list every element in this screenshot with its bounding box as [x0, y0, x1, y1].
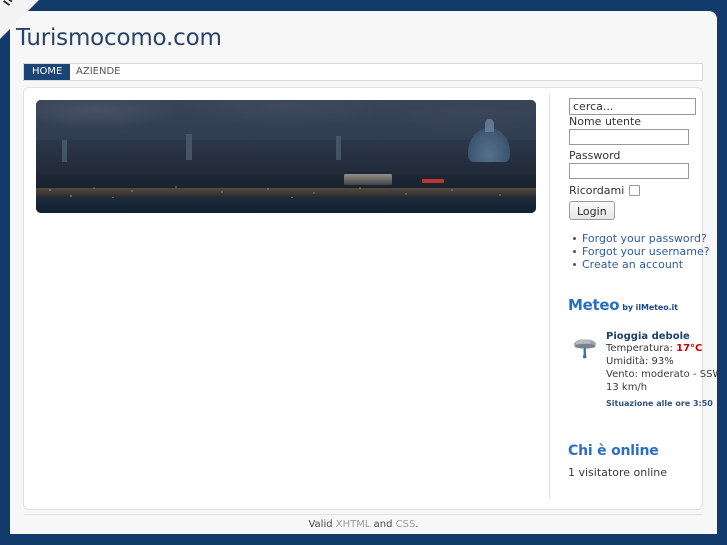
menu-item-home[interactable]: HOME [24, 64, 71, 80]
account-links-list: Forgot your password? Forgot your userna… [569, 232, 717, 271]
temperature-value: 17°C [676, 343, 703, 354]
weather-card: Pioggia debole Temperatura: 17°C Umidità… [568, 331, 717, 408]
column-divider [549, 94, 550, 499]
corner-ribbon[interactable]: INF [0, 0, 42, 42]
site-body: Turismocomo.com HOME AZIENDE cerca... No… [10, 11, 717, 534]
footer-css-link[interactable]: CSS [396, 519, 416, 530]
login-button[interactable]: Login [569, 201, 615, 220]
who-is-online-heading: Chi è online [568, 443, 659, 459]
footer-valid-text: Valid [308, 519, 333, 530]
menu-item-aziende[interactable]: AZIENDE [68, 64, 128, 80]
weather-humidity-line: Umidità: 93% [606, 356, 674, 367]
banner-image [36, 100, 536, 213]
link-forgot-password[interactable]: Forgot your password? [573, 232, 717, 245]
banner-photo-como-skyline [36, 100, 536, 213]
who-is-online-count: 1 visitatore online [568, 466, 668, 479]
password-input[interactable] [569, 163, 689, 179]
meteo-module-header: Meteo by ilMeteo.it [568, 296, 703, 314]
weather-wind-speed-line: 13 km/h [606, 382, 648, 393]
weather-condition: Pioggia debole [606, 331, 690, 342]
sidebar: cerca... Nome utente Password Ricordami … [560, 88, 717, 509]
footer-and-text: and [373, 519, 393, 530]
site-header: Turismocomo.com [10, 11, 717, 71]
weather-wind-line: Vento: moderato - SSW [606, 369, 717, 380]
cloud-rain-icon [572, 336, 600, 360]
temperature-label: Temperatura: [606, 343, 673, 354]
weather-text-block: Pioggia debole Temperatura: 17°C Umidità… [606, 331, 717, 408]
meteo-heading: Meteo [568, 296, 620, 314]
footer-separator [24, 514, 703, 515]
browser-page-frame: Turismocomo.com HOME AZIENDE cerca... No… [0, 0, 727, 545]
weather-temperature-line: Temperatura: 17°C [606, 342, 706, 355]
who-is-online-module: Chi è online 1 visitatore online [568, 443, 703, 479]
footer-xhtml-link[interactable]: XHTML [336, 519, 371, 530]
remember-me-label: Ricordami [569, 183, 625, 197]
main-column [24, 88, 548, 509]
link-create-account[interactable]: Create an account [573, 258, 717, 271]
main-menu: HOME AZIENDE [23, 63, 703, 81]
search-input[interactable]: cerca... [569, 98, 696, 115]
site-title: Turismocomo.com [16, 25, 222, 51]
site-footer: Valid XHTML and CSS. [10, 516, 717, 534]
weather-observed-at: Situazione alle ore 3:50 [606, 399, 713, 408]
link-forgot-username[interactable]: Forgot your username? [573, 245, 717, 258]
meteo-credit: by ilMeteo.it [622, 303, 678, 312]
password-label: Password [569, 149, 621, 162]
username-label: Nome utente [569, 115, 642, 128]
content-panel: cerca... Nome utente Password Ricordami … [23, 87, 717, 510]
remember-me-checkbox[interactable] [629, 184, 641, 196]
remember-me-row: Ricordami [569, 183, 641, 197]
corner-ribbon-shape [0, 0, 40, 40]
footer-period: . [415, 519, 419, 530]
username-input[interactable] [569, 129, 689, 145]
